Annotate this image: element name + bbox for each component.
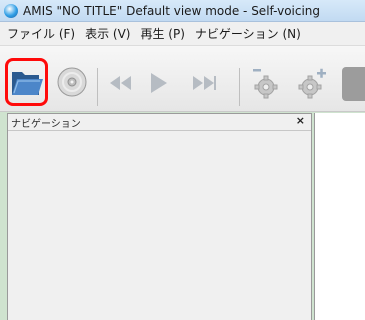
fast-forward-icon	[193, 76, 216, 90]
open-file-highlight	[5, 58, 48, 106]
navigation-panel-title: ナビゲーション	[11, 119, 81, 130]
play-button[interactable]	[146, 70, 170, 96]
open-cd-button[interactable]	[56, 66, 88, 98]
toolbar-separator	[97, 68, 98, 106]
gear-minus-icon	[253, 69, 278, 99]
menu-view[interactable]: 表示 (V)	[82, 25, 137, 42]
menu-navigation[interactable]: ナビゲーション (N)	[192, 25, 308, 42]
menu-bar: ファイル (F) 表示 (V) 再生 (P) ナビゲーション (N)	[0, 22, 365, 46]
menu-file[interactable]: ファイル (F)	[4, 25, 82, 42]
toolbar-overflow-button[interactable]	[342, 67, 365, 101]
amis-app-icon	[4, 3, 18, 18]
cd-icon	[57, 67, 87, 97]
menu-play[interactable]: 再生 (P)	[137, 25, 191, 42]
toolbar-separator	[239, 68, 240, 106]
rewind-button[interactable]	[107, 72, 133, 94]
title-bar: AMIS "NO TITLE" Default view mode - Self…	[0, 0, 365, 22]
navigation-panel-header: ナビゲーション ×	[8, 114, 311, 131]
gear-plus-icon	[298, 68, 326, 99]
navigation-panel: ナビゲーション ×	[7, 113, 312, 320]
fast-forward-button[interactable]	[190, 72, 218, 94]
close-icon[interactable]: ×	[296, 114, 305, 127]
content-area	[314, 113, 365, 320]
rewind-icon	[110, 76, 131, 90]
window-title: AMIS "NO TITLE" Default view mode - Self…	[23, 3, 321, 18]
increase-button[interactable]	[296, 66, 328, 100]
decrease-button[interactable]	[250, 66, 280, 100]
play-icon	[151, 73, 167, 93]
